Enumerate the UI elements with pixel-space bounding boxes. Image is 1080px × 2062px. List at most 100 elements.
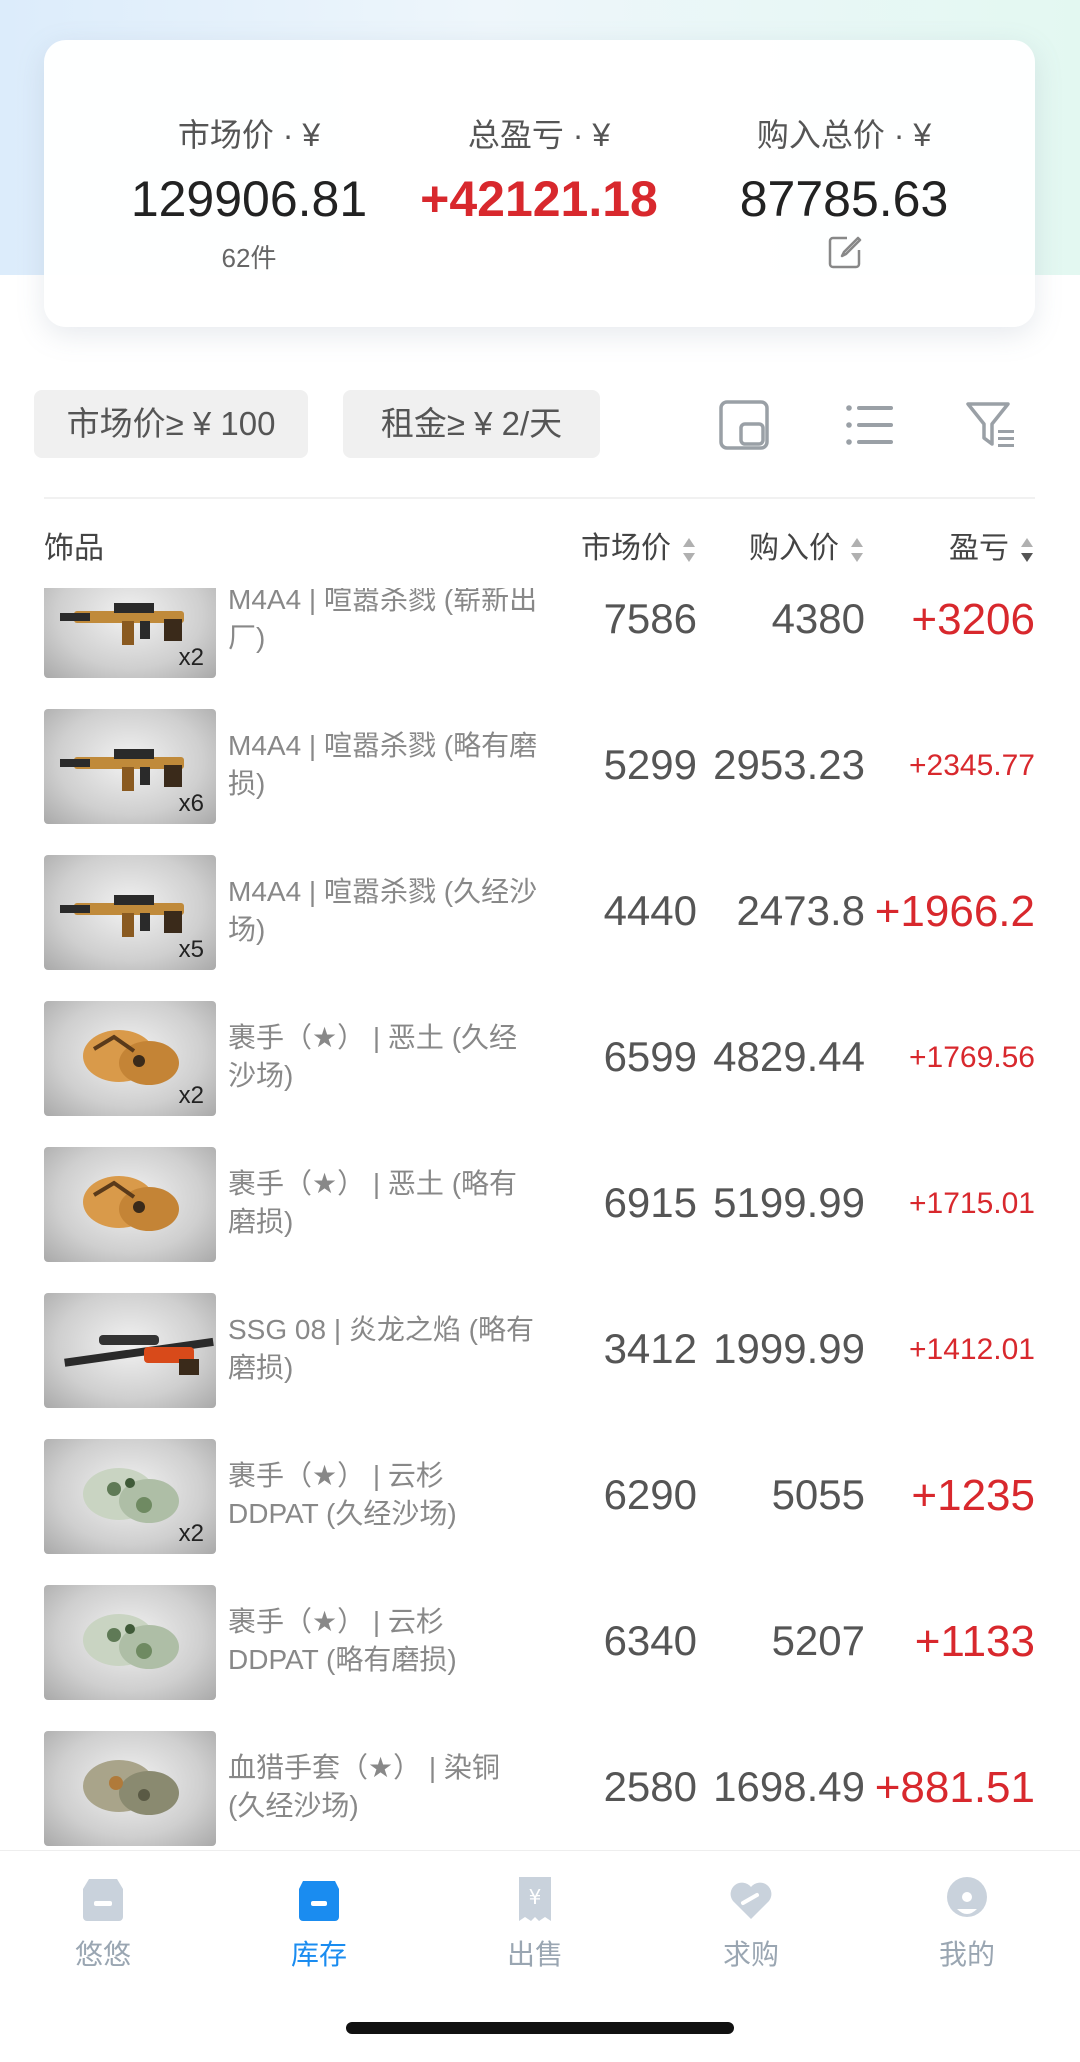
inventory-list[interactable]: x2 M4A4 | 喧嚣杀戮 (崭新出厂) 7586 4380 +3206 x6 M4A4 … [0,588,1080,1850]
item-buy-price: 2473.8 [736,887,865,934]
item-market-price: 7586 [603,595,697,642]
item-profit-loss: +2345.77 [909,749,1035,782]
item-market-price: 2580 [603,1763,697,1810]
shop-icon [83,1879,123,1921]
item-thumbnail: x6 [44,709,216,824]
svg-text:¥: ¥ [529,1885,542,1909]
item-quantity: x5 [178,936,204,963]
inventory-row[interactable]: x2 裹手（★） | 云杉 DDPAT (久经沙场) 6290 5055 +1235 [0,1439,1080,1559]
tab-label: 我的 [938,1939,995,1970]
column-buy-label: 购入价 [749,532,839,565]
sell-receipt-icon: ¥ [519,1877,551,1921]
tab-wanted[interactable]: 求购 [691,1873,811,1973]
item-name: 血猎手套（★） | 染铜 (久经沙场) [228,1752,500,1821]
item-thumbnail: x2 [44,588,216,678]
home-indicator [346,2022,734,2034]
item-market-price: 3412 [603,1325,697,1372]
inventory-row[interactable]: 裹手（★） | 云杉 DDPAT (略有磨损) 6340 5207 +1133 [0,1585,1080,1705]
item-thumbnail [44,1731,216,1846]
tab-label: 库存 [290,1939,347,1970]
inventory-row[interactable]: x2 裹手（★） | 恶土 (久经沙场) 6599 4829.44 +1769.56 [0,1001,1080,1121]
item-market-price: 6340 [603,1617,697,1664]
item-profit-loss: +1966.2 [874,887,1035,936]
item-profit-loss: +1412.01 [909,1333,1035,1366]
sort-icon [683,538,695,563]
item-market-price: 4440 [603,887,697,934]
market-total-value: 129906.81 [130,171,368,227]
item-profit-loss: +1133 [914,1617,1035,1666]
item-thumbnail: x5 [44,855,216,970]
column-item: 饰品 [44,532,104,565]
item-name: M4A4 | 喧嚣杀戮 (久经沙场) [228,876,538,945]
item-buy-price: 5207 [771,1617,865,1664]
item-buy-price: 1698.49 [713,1763,865,1810]
item-market-price: 5299 [603,741,697,788]
item-thumbnail [44,1293,216,1408]
item-market-price: 6290 [603,1471,697,1518]
item-market-price: 6915 [603,1179,697,1226]
filter-icon[interactable] [964,398,1018,452]
market-total-label: 市场价 · ¥ [177,117,321,153]
item-image [83,1176,179,1231]
item-name: SSG 08 | 炎龙之焰 (略有磨损) [228,1314,534,1383]
tab-label: 悠悠 [74,1939,131,1970]
item-buy-price: 4380 [771,595,865,642]
wish-heart-icon [730,1882,772,1919]
inventory-icon [299,1881,339,1921]
item-quantity: x2 [178,1082,204,1109]
tab-profile[interactable]: 我的 [907,1873,1027,1973]
summary-card: 市场价 · ¥ 129906.81 62件 总盈亏 · ¥ +42121.18 … [44,40,1035,327]
item-profit-loss: +1769.56 [909,1041,1035,1074]
item-image [83,1614,179,1669]
item-name: M4A4 | 喧嚣杀戮 (崭新出厂) [228,588,538,653]
tab-label: 出售 [506,1939,563,1970]
item-buy-price: 4829.44 [713,1033,865,1080]
divider [44,497,1035,499]
inventory-row[interactable]: x5 M4A4 | 喧嚣杀戮 (久经沙场) 4440 2473.8 +1966.2 [0,855,1080,975]
tab-inventory[interactable]: 库存 [259,1873,379,1973]
rent-filter-chip[interactable]: 租金≥ ¥ 2/天 [343,390,600,458]
inventory-row[interactable]: SSG 08 | 炎龙之焰 (略有磨损) 3412 1999.99 +1412.01 [0,1293,1080,1413]
column-market-sort[interactable]: 市场价 [581,527,697,571]
column-market-label: 市场价 [581,532,671,565]
item-thumbnail [44,1147,216,1262]
inventory-row[interactable]: 裹手（★） | 恶土 (略有磨损) 6915 5199.99 +1715.01 [0,1147,1080,1267]
tab-label: 求购 [722,1939,779,1970]
item-thumbnail: x2 [44,1439,216,1554]
item-profit-loss: +3206 [911,595,1035,644]
inventory-row[interactable]: 血猎手套（★） | 染铜 (久经沙场) 2580 1698.49 +881.51 [0,1731,1080,1850]
list-view-icon[interactable] [843,398,897,452]
tab-youyou[interactable]: 悠悠 [43,1873,163,1973]
item-image [64,1335,214,1375]
purchase-total-value: 87785.63 [739,171,949,227]
item-quantity: x2 [178,1520,204,1547]
market-price-filter-chip[interactable]: 市场价≥ ¥ 100 [34,390,308,458]
tab-sell[interactable]: ¥ 出售 [475,1873,595,1973]
item-image [83,1760,179,1815]
item-profit-loss: +1235 [911,1471,1035,1520]
item-quantity: x6 [178,790,204,817]
column-pl-sort[interactable]: 盈亏 [949,527,1035,571]
card-view-icon[interactable] [717,398,771,452]
item-name: 裹手（★） | 云杉 DDPAT (略有磨损) [228,1606,457,1675]
item-buy-price: 2953.23 [713,741,865,788]
edit-icon[interactable] [827,234,863,270]
inventory-row[interactable]: x2 M4A4 | 喧嚣杀戮 (崭新出厂) 7586 4380 +3206 [0,588,1080,683]
item-buy-price: 1999.99 [713,1325,865,1372]
inventory-row[interactable]: x6 M4A4 | 喧嚣杀戮 (略有磨损) 5299 2953.23 +2345.77 [0,709,1080,829]
total-profit-label: 总盈亏 · ¥ [467,117,611,153]
total-profit-value: +42121.18 [420,171,658,227]
item-profit-loss: +881.51 [874,1763,1035,1812]
item-buy-price: 5055 [771,1471,865,1518]
column-pl-label: 盈亏 [949,532,1009,565]
item-buy-price: 5199.99 [713,1179,865,1226]
item-market-price: 6599 [603,1033,697,1080]
column-buy-sort[interactable]: 购入价 [749,527,865,571]
item-profit-loss: +1715.01 [909,1187,1035,1220]
item-name: 裹手（★） | 恶土 (久经沙场) [228,1022,518,1091]
purchase-total-label: 购入总价 · ¥ [756,117,932,153]
profile-icon [947,1877,987,1917]
item-name: 裹手（★） | 云杉 DDPAT (久经沙场) [228,1460,457,1529]
item-name: 裹手（★） | 恶土 (略有磨损) [228,1168,518,1237]
item-count: 62件 [221,243,277,273]
